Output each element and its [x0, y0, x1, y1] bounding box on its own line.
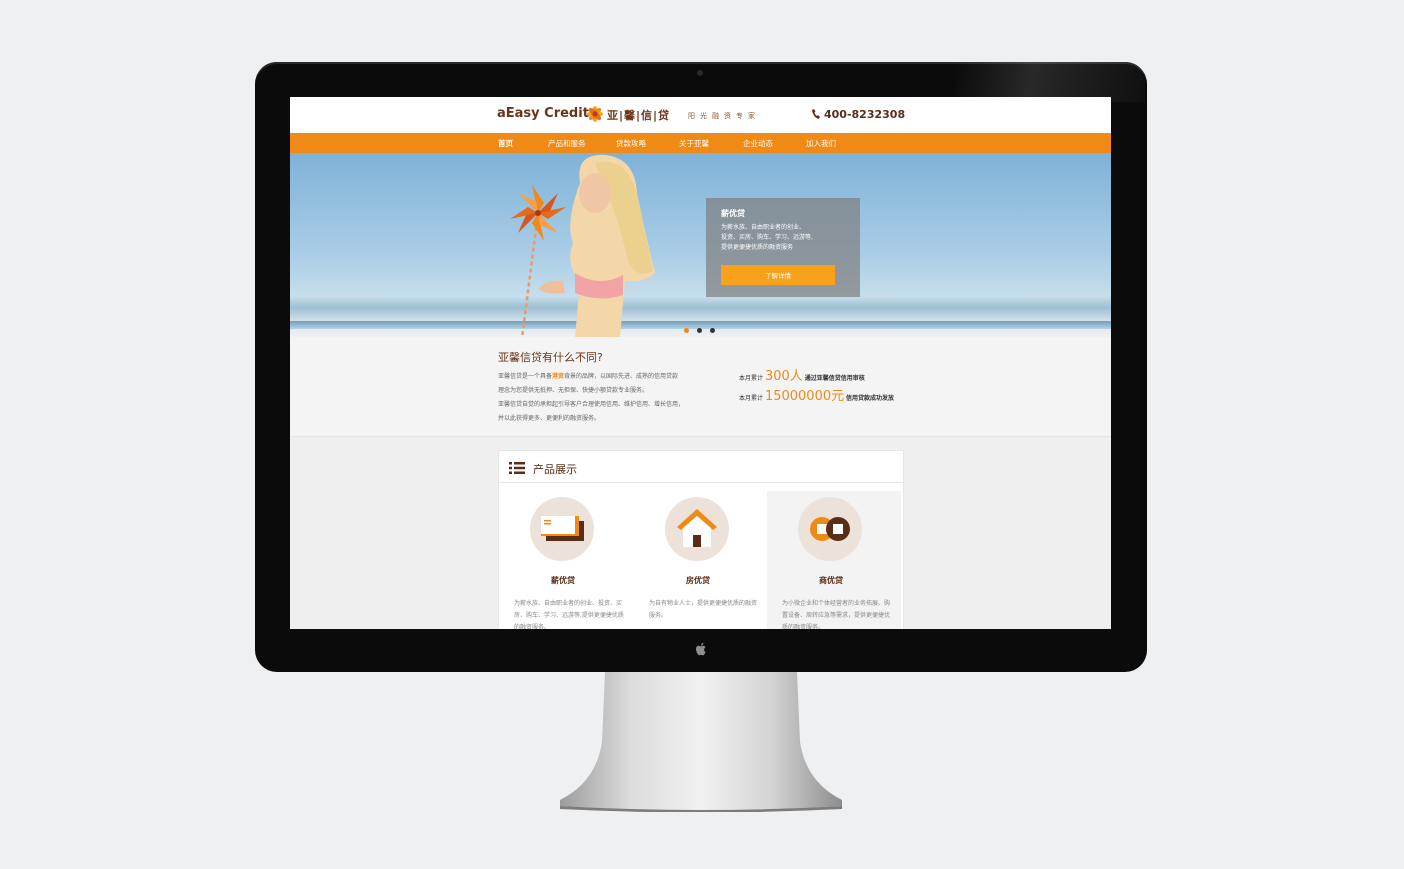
intro-line: 亚馨信贷自觉的承担起引导客户合理使用信用、维护信用、增长信用，: [498, 401, 685, 408]
stat-disbursed: 本月累计 15000000元 信用贷款成功发放: [739, 385, 894, 404]
intro-text-part: 背景的品牌，以国际先进、成熟的信用贷款: [564, 373, 679, 380]
intro-text: 亚馨信贷是一个具备港资背景的品牌，以国际先进、成熟的信用贷款 理念为您提供无抵押…: [498, 370, 728, 426]
main-nav: 首页 产品和服务 贷款攻略 关于亚馨 企业动态 加入我们: [290, 133, 1111, 153]
phone-icon: [812, 109, 820, 119]
slider-dots: [684, 318, 723, 337]
promo-box: 薪优贷 为薪水族、自由职业者的创业、 投资、买房、购车、学习、远游等, 提供更便…: [706, 198, 860, 297]
promo-line: 为薪水族、自由职业者的创业、: [721, 224, 806, 231]
products-panel: 产品展示 薪优贷 为薪水族、自由职业者的创业、投资、买房、购车、学习、远游等,提…: [498, 450, 904, 629]
slider-dot-3[interactable]: [710, 328, 715, 333]
product-name: 薪优贷: [551, 576, 575, 585]
product-icon-circle: [798, 497, 862, 561]
stat-value: 15000000元: [764, 389, 845, 404]
slogan: 阳光融资专家: [688, 112, 760, 120]
product-icon-circle: [665, 497, 729, 561]
product-card-house[interactable]: 房优贷 为自有物业人士，提供更便捷优质的融资服务。: [634, 491, 768, 629]
nav-item-loan-guide[interactable]: 贷款攻略: [616, 138, 646, 149]
stat-prefix: 本月累计: [739, 375, 764, 382]
promo-text: 为薪水族、自由职业者的创业、 投资、买房、购车、学习、远游等, 提供更便捷优质的…: [721, 223, 851, 253]
flower-logo-icon: [587, 106, 603, 122]
product-name: 房优贷: [686, 576, 710, 585]
stat-desc: 通过亚馨信贷信用审核: [804, 375, 865, 382]
list-icon: [509, 462, 525, 474]
products-title: 产品展示: [533, 463, 577, 476]
product-card-business[interactable]: 商优贷 为小微企业和个体经营者的业务拓展、购置设备、周转应急等需求，提供更便捷优…: [767, 491, 901, 629]
intro-highlight: 港资: [552, 373, 565, 380]
nav-item-products[interactable]: 产品和服务: [548, 138, 586, 149]
stat-desc: 信用贷款成功发放: [846, 395, 895, 402]
product-desc: 为自有物业人士，提供更便捷优质的融资服务。: [649, 600, 758, 619]
wallet-icon: [541, 516, 584, 541]
intro-text-part: 亚馨信贷是一个具备: [498, 373, 553, 380]
nav-item-home[interactable]: 首页: [498, 138, 513, 149]
stat-approved: 本月累计 300人 通过亚馨信贷信用审核: [739, 365, 865, 384]
products-panel-header: 产品展示: [499, 451, 903, 483]
intro-line: 并以此获得更多、更便利的融资服务。: [498, 415, 601, 422]
phone-number: 400-8232308: [824, 108, 906, 121]
hero-banner: 薪优贷 为薪水族、自由职业者的创业、 投资、买房、购车、学习、远游等, 提供更便…: [290, 153, 1111, 337]
slider-dot-1[interactable]: [684, 328, 689, 333]
product-desc: 为薪水族、自由职业者的创业、投资、买房、购车、学习、远游等,提供更便捷优质的融资…: [514, 600, 624, 629]
nav-item-join[interactable]: 加入我们: [806, 138, 836, 149]
learn-more-button[interactable]: 了解详情: [721, 265, 835, 285]
website-screen: aEasy Credit 亚|馨|信|贷 阳光融资专家 400-8232308 …: [290, 97, 1111, 629]
intro-title: 亚馨信贷有什么不同?: [498, 351, 603, 364]
product-card-salary[interactable]: 薪优贷 为薪水族、自由职业者的创业、投资、买房、购车、学习、远游等,提供更便捷优…: [499, 491, 633, 629]
pinwheel-image: [510, 185, 566, 337]
logo-english[interactable]: aEasy Credit: [497, 106, 589, 121]
product-desc: 为小微企业和个体经营者的业务拓展、购置设备、周转应急等需求，提供更便捷优质的融资…: [782, 600, 891, 629]
product-icon-circle: [530, 497, 594, 561]
site-header: aEasy Credit 亚|馨|信|贷 阳光融资专家 400-8232308: [290, 97, 1111, 133]
intro-section: 亚馨信贷有什么不同? 亚馨信贷是一个具备港资背景的品牌，以国际先进、成熟的信用贷…: [290, 337, 1111, 437]
promo-line: 投资、买房、购车、学习、远游等,: [721, 234, 813, 241]
promo-line: 提供更便捷优质的融资服务: [721, 244, 794, 251]
slider-dot-2[interactable]: [697, 328, 702, 333]
nav-item-about[interactable]: 关于亚馨: [679, 138, 709, 149]
nav-item-news[interactable]: 企业动态: [743, 138, 773, 149]
logo-chinese: 亚|馨|信|贷: [607, 109, 671, 122]
apple-logo-icon: [696, 642, 706, 656]
intro-line: 亚馨信贷是一个具备港资背景的品牌，以国际先进、成熟的信用贷款: [498, 370, 728, 384]
house-icon: [677, 509, 717, 547]
intro-line: 理念为您提供无抵押、无担保、快捷小额贷款专业服务。: [498, 387, 649, 394]
coins-icon: [810, 517, 850, 541]
stat-value: 300人: [764, 369, 803, 384]
product-name: 商优贷: [819, 576, 843, 585]
camera-icon: [697, 70, 703, 76]
monitor-stand: [560, 672, 842, 812]
stat-prefix: 本月累计: [739, 395, 764, 402]
promo-title: 薪优贷: [721, 209, 745, 218]
bezel-reflection: [955, 62, 1145, 102]
